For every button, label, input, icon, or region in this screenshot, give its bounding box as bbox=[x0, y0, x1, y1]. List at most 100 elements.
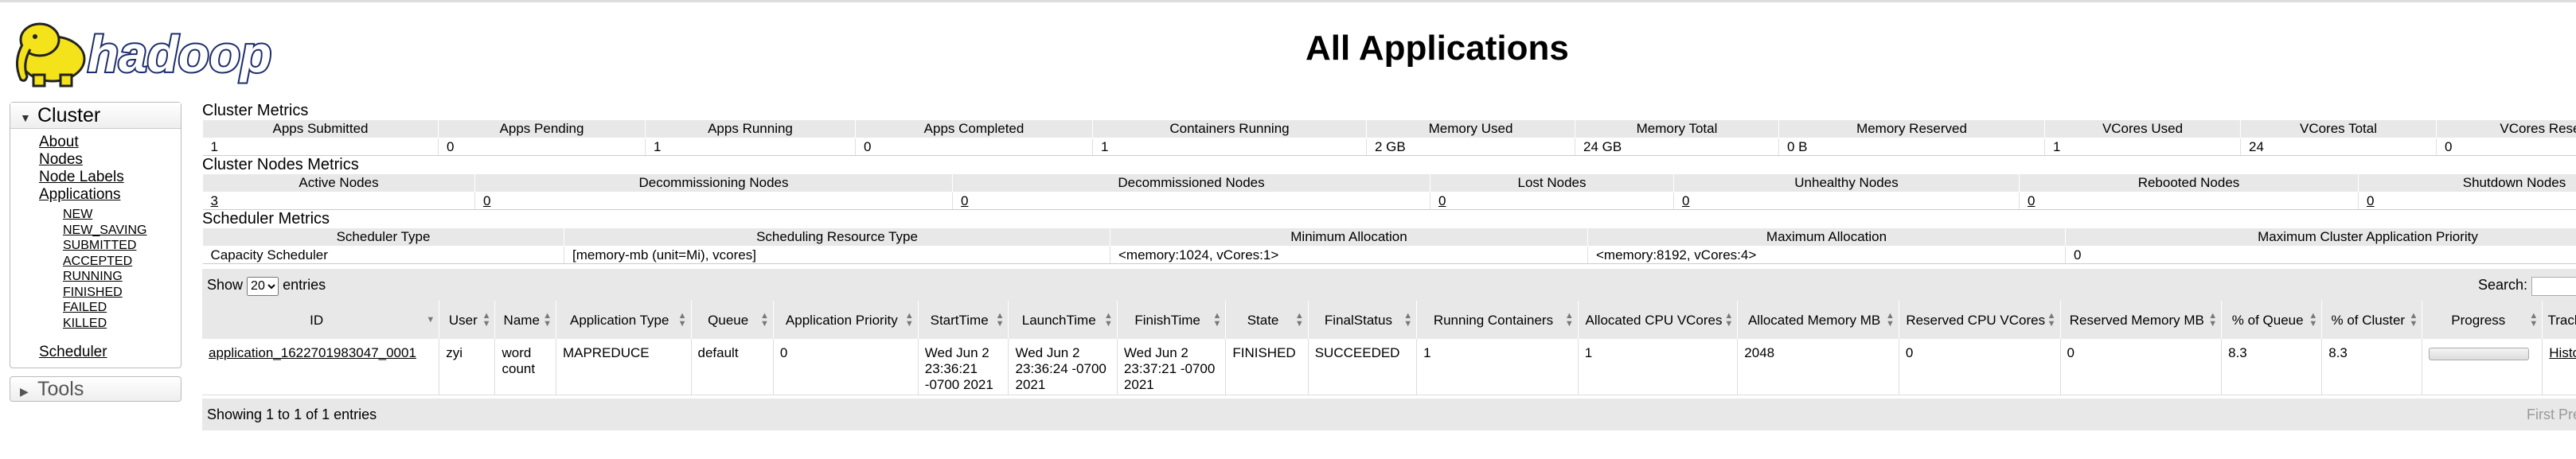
table-row: application_1622701983047_0001 zyi word … bbox=[202, 339, 2576, 395]
col-header-res-mem[interactable]: Reserved Memory MB ▲ ▼ bbox=[2060, 301, 2223, 339]
search-input[interactable] bbox=[2531, 276, 2576, 296]
metric-header: Containers Running bbox=[1092, 119, 1367, 138]
table-controls: Show 20 entries Search: bbox=[202, 269, 2576, 301]
cell-pct-queue: 8.3 bbox=[2221, 339, 2323, 395]
page-size-select[interactable]: 20 bbox=[247, 276, 279, 296]
col-header-res-cpu[interactable]: Reserved CPU VCores ▲ ▼ bbox=[1899, 301, 2061, 339]
col-header-user[interactable]: User ▲ ▼ bbox=[439, 301, 496, 339]
col-header-start[interactable]: StartTime ▲ ▼ bbox=[918, 301, 1009, 339]
metric-header: VCores Total bbox=[2240, 119, 2437, 138]
sort-icon: ▲ ▼ bbox=[2529, 311, 2539, 329]
metric-value: 0 bbox=[2065, 246, 2576, 264]
sort-icon: ▲ ▼ bbox=[2208, 311, 2218, 329]
history-link[interactable]: History bbox=[2549, 345, 2576, 360]
rebooted-nodes-link[interactable]: 0 bbox=[2028, 193, 2035, 208]
sort-icon: ▲ ▼ bbox=[482, 311, 491, 329]
cluster-metrics-table: Apps Submitted Apps Pending Apps Running… bbox=[202, 119, 2576, 156]
cell-finish-time: Wed Jun 2 23:37:21 -0700 2021 bbox=[1117, 339, 1227, 395]
entries-label: entries bbox=[283, 277, 326, 293]
decommissioning-nodes-link[interactable]: 0 bbox=[483, 193, 490, 208]
nav-link-about[interactable]: About bbox=[39, 134, 79, 150]
active-nodes-link[interactable]: 3 bbox=[211, 193, 218, 208]
metric-header: Apps Completed bbox=[855, 119, 1093, 138]
nav-link-node-labels[interactable]: Node Labels bbox=[39, 169, 124, 185]
cell-progress bbox=[2422, 339, 2543, 395]
metric-header: Apps Submitted bbox=[202, 119, 439, 138]
col-header-pct-cluster[interactable]: % of Cluster ▲ ▼ bbox=[2321, 301, 2423, 339]
col-header-launch[interactable]: LaunchTime ▲ ▼ bbox=[1008, 301, 1118, 339]
nav-state-killed[interactable]: KILLED bbox=[63, 317, 107, 330]
progress-bar bbox=[2429, 348, 2530, 360]
application-id-link[interactable]: application_1622701983047_0001 bbox=[209, 345, 416, 360]
col-header-running-containers[interactable]: Running Containers ▲ ▼ bbox=[1416, 301, 1579, 339]
elephant-icon bbox=[16, 22, 86, 88]
hadoop-logo[interactable]: hadoop bbox=[11, 13, 306, 89]
cell-alloc-cpu: 1 bbox=[1578, 339, 1739, 395]
metric-header: Memory Used bbox=[1366, 119, 1575, 138]
cell-launch-time: Wed Jun 2 23:36:24 -0700 2021 bbox=[1008, 339, 1118, 395]
metric-value: 1 bbox=[645, 138, 856, 156]
pager-first[interactable]: First bbox=[2527, 406, 2555, 422]
metric-header: Minimum Allocation bbox=[1110, 228, 1588, 247]
col-header-state[interactable]: State ▲ ▼ bbox=[1225, 301, 1309, 339]
col-header-tracking[interactable]: Tracking UI▲▼ bbox=[2542, 301, 2576, 339]
nav-state-accepted[interactable]: ACCEPTED bbox=[63, 255, 132, 268]
cell-final-status: SUCCEEDED bbox=[1308, 339, 1418, 395]
col-header-final-status[interactable]: FinalStatus ▲ ▼ bbox=[1308, 301, 1418, 339]
collapse-triangle-icon: ▼ bbox=[20, 111, 31, 124]
metric-value: 0 bbox=[2436, 138, 2576, 156]
pager-previous[interactable]: Previous bbox=[2558, 406, 2576, 422]
nav-link-scheduler[interactable]: Scheduler bbox=[39, 344, 107, 360]
table-footer: Showing 1 to 1 of 1 entries First Previo… bbox=[202, 399, 2576, 430]
metric-header: Memory Reserved bbox=[1778, 119, 2045, 138]
col-header-type[interactable]: Application Type ▲ ▼ bbox=[556, 301, 692, 339]
col-header-pct-queue[interactable]: % of Queue ▲ ▼ bbox=[2221, 301, 2323, 339]
cell-state: FINISHED bbox=[1225, 339, 1309, 395]
col-header-progress[interactable]: Progress ▲ ▼ bbox=[2422, 301, 2543, 339]
sort-icon: ▲ ▼ bbox=[1294, 311, 1304, 329]
col-header-finish[interactable]: FinishTime ▲ ▼ bbox=[1117, 301, 1227, 339]
metric-value: <memory:1024, vCores:1> bbox=[1110, 246, 1588, 264]
sort-icon: ▲ ▼ bbox=[1724, 311, 1734, 329]
nav-state-new-saving[interactable]: NEW_SAVING bbox=[63, 224, 147, 237]
col-header-priority[interactable]: Application Priority ▲ ▼ bbox=[773, 301, 919, 339]
nav-link-nodes[interactable]: Nodes bbox=[39, 151, 83, 168]
nodes-metrics-table: Active Nodes Decommissioning Nodes Decom… bbox=[202, 173, 2576, 210]
cell-user: zyi bbox=[439, 339, 496, 395]
metric-value: 1 bbox=[202, 138, 439, 156]
tools-menu-header[interactable]: ▶ Tools bbox=[10, 376, 181, 402]
metric-value: 0 bbox=[855, 138, 1093, 156]
nav-state-submitted[interactable]: SUBMITTED bbox=[63, 239, 136, 252]
metric-header: Memory Total bbox=[1575, 119, 1779, 138]
metric-header: Shutdown Nodes bbox=[2358, 173, 2576, 193]
shutdown-nodes-link[interactable]: 0 bbox=[2367, 193, 2374, 208]
decommissioned-nodes-link[interactable]: 0 bbox=[961, 193, 968, 208]
nav-state-running[interactable]: RUNNING bbox=[63, 270, 123, 283]
nav-state-new[interactable]: NEW bbox=[63, 208, 92, 221]
expand-triangle-icon: ▶ bbox=[20, 385, 29, 398]
metric-value: [memory-mb (unit=Mi), vcores] bbox=[564, 246, 1110, 264]
metric-value: 2 GB bbox=[1366, 138, 1575, 156]
cluster-menu-header[interactable]: ▼ Cluster bbox=[10, 103, 181, 129]
metric-header: Decommissioned Nodes bbox=[952, 173, 1430, 193]
metric-header: Unhealthy Nodes bbox=[1673, 173, 2020, 193]
col-header-queue[interactable]: Queue ▲ ▼ bbox=[691, 301, 774, 339]
nav-state-failed[interactable]: FAILED bbox=[63, 301, 107, 314]
col-header-id[interactable]: ID ▼ bbox=[202, 301, 440, 339]
nav-link-applications[interactable]: Applications bbox=[39, 186, 120, 203]
cell-start-time: Wed Jun 2 23:36:21 -0700 2021 bbox=[918, 339, 1009, 395]
show-label: Show bbox=[207, 277, 244, 293]
col-header-alloc-cpu[interactable]: Allocated CPU VCores ▲ ▼ bbox=[1578, 301, 1739, 339]
metric-header: VCores Used bbox=[2044, 119, 2241, 138]
cell-pct-cluster: 8.3 bbox=[2321, 339, 2423, 395]
lost-nodes-link[interactable]: 0 bbox=[1438, 193, 1446, 208]
metric-header: Active Nodes bbox=[202, 173, 475, 193]
top-border bbox=[0, 0, 2576, 2]
metric-value: 0 bbox=[438, 138, 646, 156]
sort-icon: ▲ ▼ bbox=[995, 311, 1005, 329]
unhealthy-nodes-link[interactable]: 0 bbox=[1682, 193, 1689, 208]
col-header-alloc-mem[interactable]: Allocated Memory MB ▲ ▼ bbox=[1737, 301, 1899, 339]
nav-state-finished[interactable]: FINISHED bbox=[63, 286, 123, 299]
metric-value: 0 B bbox=[1778, 138, 2045, 156]
col-header-name[interactable]: Name ▲ ▼ bbox=[494, 301, 556, 339]
